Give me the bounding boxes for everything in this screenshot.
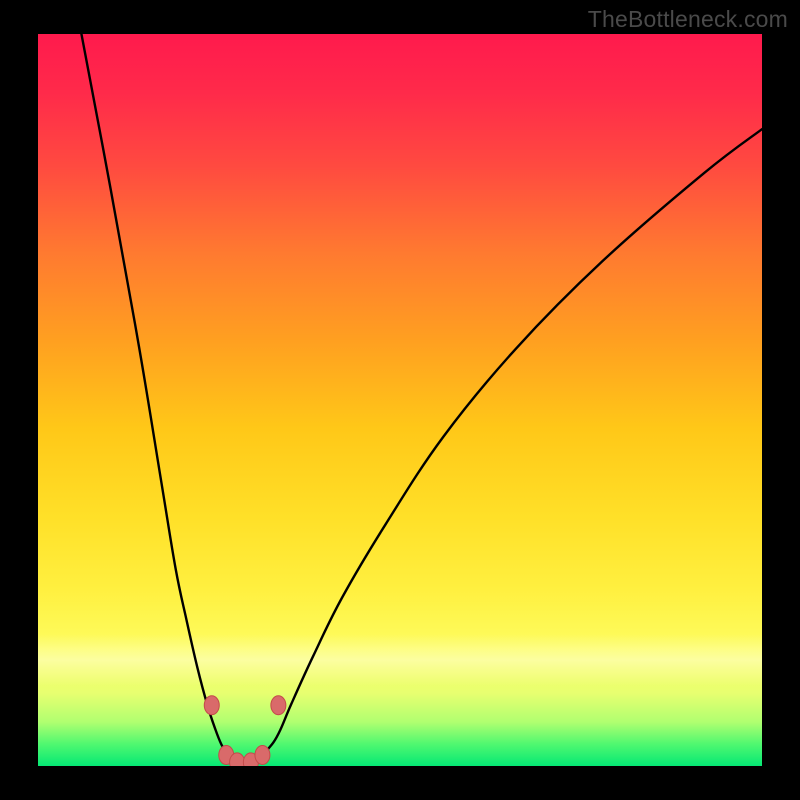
series-right-branch	[255, 129, 762, 762]
plot-area	[38, 34, 762, 766]
marker-0	[204, 696, 219, 715]
marker-3	[230, 753, 245, 766]
marker-5	[255, 746, 270, 765]
series-left-branch	[81, 34, 233, 762]
chart-frame: TheBottleneck.com	[0, 0, 800, 800]
chart-svg	[38, 34, 762, 766]
series-group	[81, 34, 762, 762]
marker-1	[271, 696, 286, 715]
watermark-text: TheBottleneck.com	[588, 6, 788, 33]
